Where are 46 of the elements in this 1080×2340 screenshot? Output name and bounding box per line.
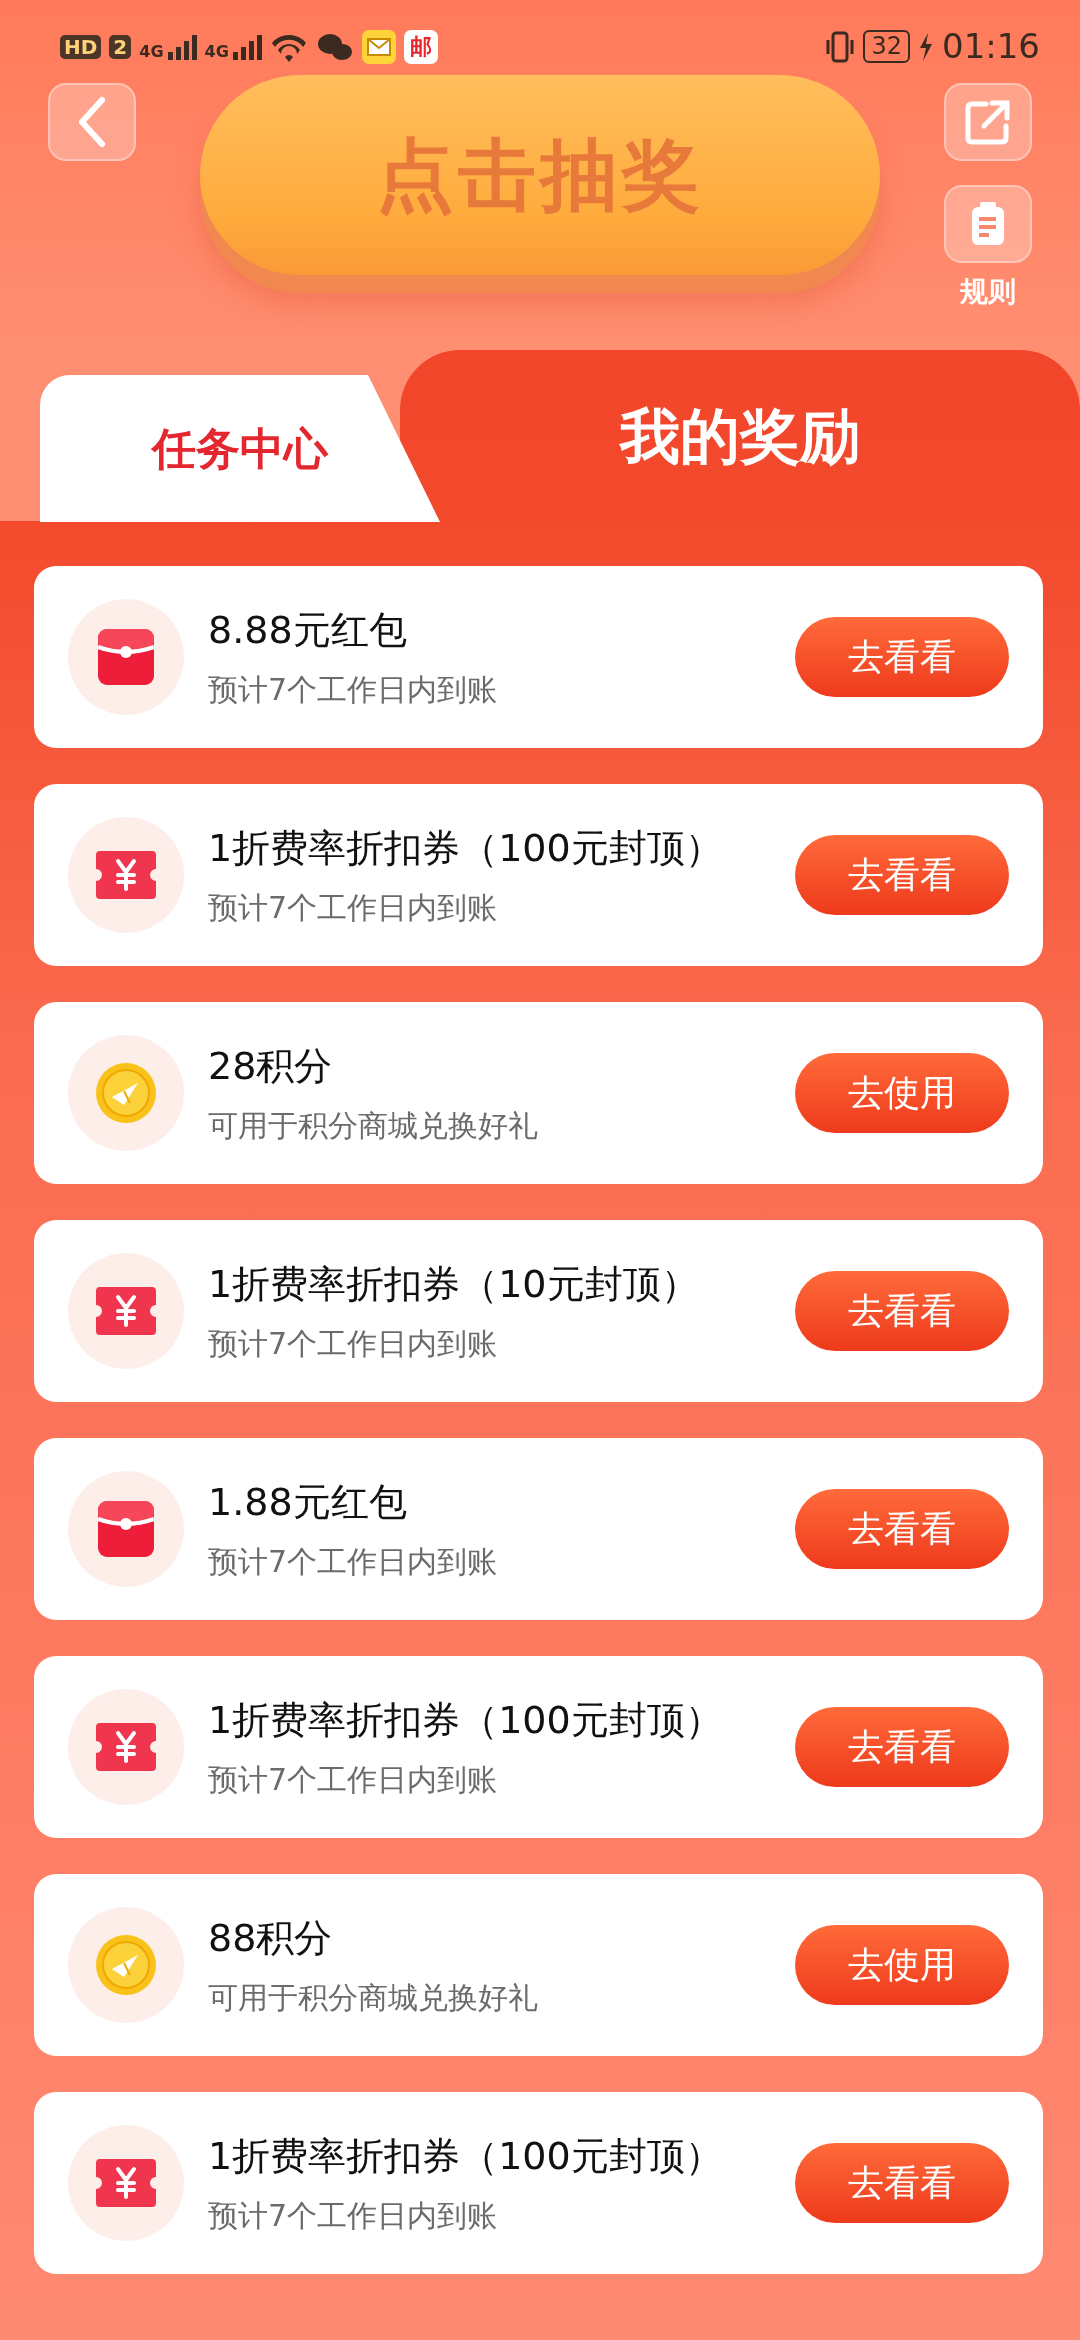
battery-level: 32 (863, 30, 910, 63)
network-label: 4G (139, 43, 164, 60)
reward-title: 88积分 (208, 1915, 334, 1962)
share-button[interactable] (944, 83, 1032, 161)
action-button[interactable]: 去看看 (795, 1271, 1009, 1351)
hd-indicator: HD (60, 34, 102, 59)
action-button[interactable]: 去看看 (795, 1707, 1009, 1787)
action-button[interactable]: 去看看 (795, 2143, 1009, 2223)
reward-description: 预计7个工作日内到账 (208, 1543, 499, 1581)
signal-icon (232, 33, 262, 60)
tab[interactable]: 任务中心 (40, 375, 440, 522)
action-button[interactable]: 去使用 (795, 1925, 1009, 2005)
reward-title: 1折费率折扣券（100元封顶） (208, 2133, 724, 2180)
reward-description: 可用于积分商城兑换好礼 (208, 1979, 539, 2017)
charging-icon (918, 32, 934, 61)
app-icon: 邮 (403, 29, 438, 64)
back-button[interactable] (48, 83, 136, 161)
clock: 01:16 (942, 25, 1040, 68)
reward-description: 预计7个工作日内到账 (208, 671, 499, 709)
action-button[interactable]: 去使用 (795, 1053, 1009, 1133)
reward-title: 1折费率折扣券（100元封顶） (208, 825, 724, 872)
document-icon (970, 201, 1006, 247)
sim-indicator: 2 (109, 34, 132, 59)
envelope-icon (366, 37, 391, 56)
coin-icon (94, 1061, 158, 1125)
action-button[interactable]: 去看看 (795, 617, 1009, 697)
reward-description: 预计7个工作日内到账 (208, 2197, 499, 2235)
tab[interactable]: 我的奖励 (400, 350, 1080, 522)
reward-title: 1.88元红包 (208, 1479, 408, 1526)
vibrate-icon (825, 30, 856, 63)
signal-icon (167, 33, 197, 60)
network-label: 4G (204, 43, 229, 60)
reward-title: 1折费率折扣券（10元封顶） (208, 1261, 700, 1308)
rules-label: 规则 (960, 274, 1016, 310)
share-icon (964, 98, 1012, 146)
reward-description: 预计7个工作日内到账 (208, 889, 499, 927)
reward-description: 预计7个工作日内到账 (208, 1761, 499, 1799)
reward-title: 1折费率折扣券（100元封顶） (208, 1697, 724, 1744)
reward-title: 28积分 (208, 1043, 334, 1090)
action-button[interactable]: 去看看 (795, 1489, 1009, 1569)
rules-button[interactable] (944, 185, 1032, 263)
coin-icon (94, 1933, 158, 1997)
reward-description: 可用于积分商城兑换好礼 (208, 1107, 539, 1145)
reward-description: 预计7个工作日内到账 (208, 1325, 499, 1363)
reward-title: 8.88元红包 (208, 607, 408, 654)
action-button[interactable]: 去看看 (795, 835, 1009, 915)
